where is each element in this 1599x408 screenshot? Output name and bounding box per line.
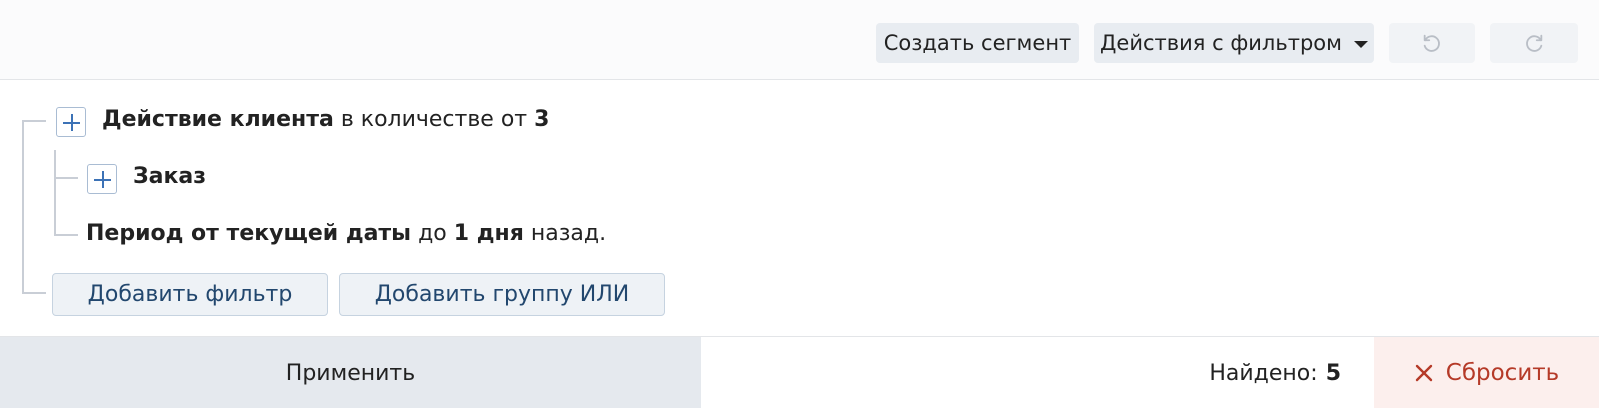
period-preposition: до — [418, 221, 447, 246]
period-suffix: назад. — [530, 221, 607, 246]
add-or-group-label: Добавить группу ИЛИ — [374, 282, 630, 307]
add-or-group-button[interactable]: Добавить группу ИЛИ — [339, 273, 665, 316]
add-filter-label: Добавить фильтр — [87, 282, 293, 307]
period-name: Период от текущей даты — [86, 221, 412, 246]
tree-connector — [54, 150, 56, 236]
found-label: Найдено: — [1209, 360, 1318, 386]
caret-down-icon — [1353, 40, 1368, 48]
filter-tree: Действие клиента в количестве от 3 Заказ… — [0, 80, 1599, 336]
add-filter-button[interactable]: Добавить фильтр — [52, 273, 328, 316]
undo-button[interactable] — [1389, 23, 1475, 63]
tree-connector — [54, 234, 78, 236]
order-name: Заказ — [133, 164, 207, 189]
order-row[interactable]: Заказ — [133, 164, 206, 189]
create-segment-label: Создать сегмент — [883, 31, 1072, 55]
filter-actions-dropdown[interactable]: Действия с фильтром — [1094, 23, 1374, 63]
redo-button[interactable] — [1490, 23, 1578, 63]
period-row[interactable]: Период от текущей даты до 1 дня назад. — [86, 221, 606, 246]
found-value: 5 — [1325, 360, 1341, 386]
customer-action-count: 3 — [534, 107, 550, 132]
tree-connector — [22, 292, 46, 294]
expand-order-button[interactable] — [87, 164, 117, 194]
filter-toolbar: Создать сегмент Действия с фильтром — [0, 0, 1599, 80]
customer-action-name: Действие клиента — [102, 107, 334, 132]
customer-action-qualifier: в количестве от — [340, 107, 528, 132]
apply-button[interactable]: Применить — [0, 337, 701, 408]
found-count: Найдено: 5 — [1209, 337, 1341, 408]
footer-bar: Применить Найдено: 5 Сбросить — [0, 336, 1599, 408]
apply-label: Применить — [285, 360, 416, 386]
reset-label: Сбросить — [1445, 360, 1560, 386]
tree-connector — [22, 120, 46, 122]
tree-connector — [54, 177, 78, 179]
expand-customer-action-button[interactable] — [56, 107, 86, 137]
customer-action-row[interactable]: Действие клиента в количестве от 3 — [102, 107, 549, 132]
period-value: 1 дня — [453, 221, 524, 246]
filter-actions-label: Действия с фильтром — [1100, 31, 1342, 55]
redo-icon — [1526, 34, 1543, 52]
close-icon — [1415, 364, 1432, 382]
reset-button[interactable]: Сбросить — [1374, 337, 1599, 408]
create-segment-button[interactable]: Создать сегмент — [876, 23, 1079, 63]
undo-icon — [1423, 34, 1440, 52]
tree-connector — [22, 120, 24, 294]
